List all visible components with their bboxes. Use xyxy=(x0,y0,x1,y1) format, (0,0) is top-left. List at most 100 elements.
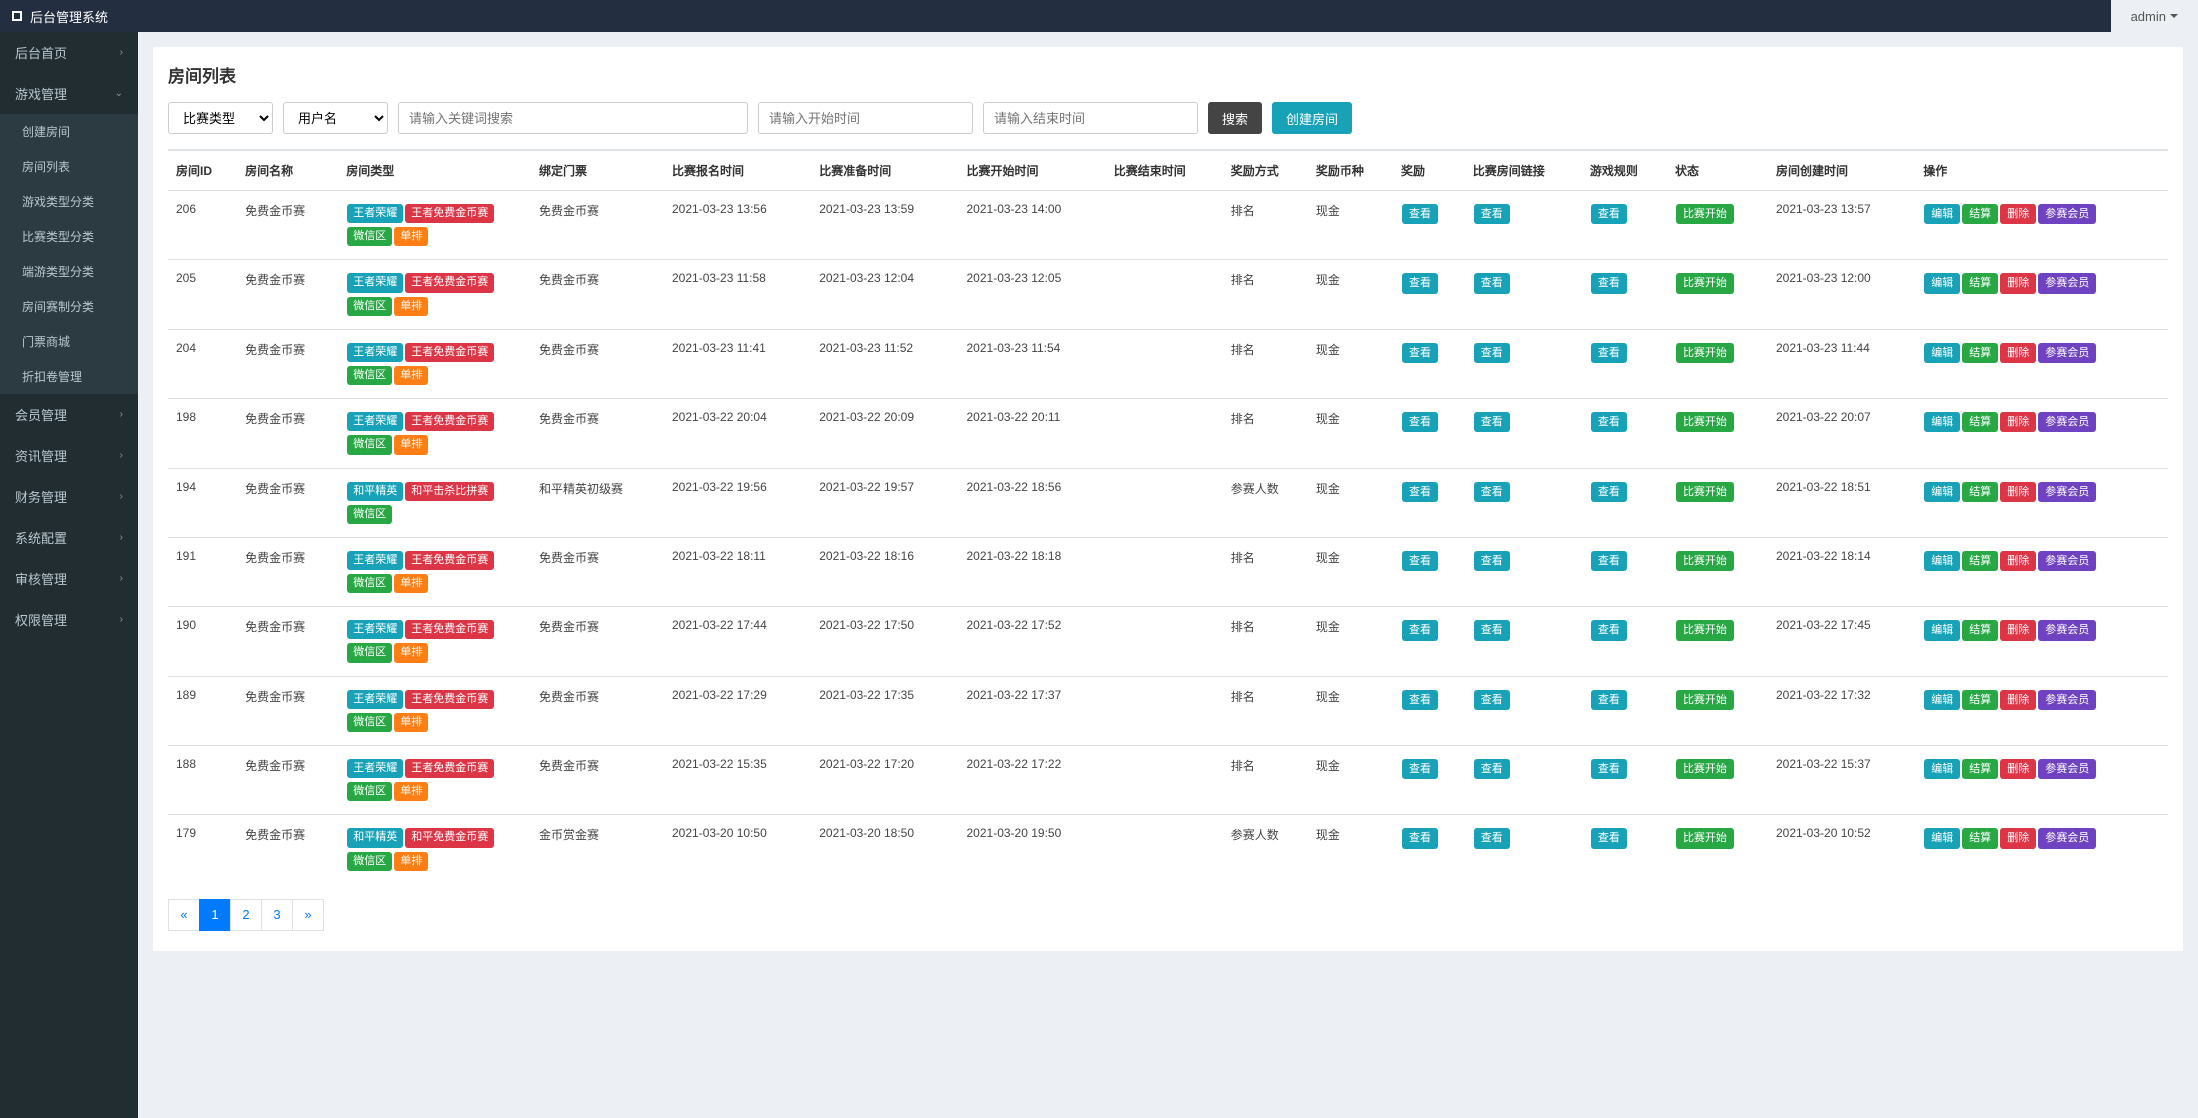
delete-button[interactable]: 删除 xyxy=(2000,412,2036,432)
cell-rules: 查看 xyxy=(1582,468,1667,537)
member-button[interactable]: 参赛会员 xyxy=(2038,551,2096,571)
edit-button[interactable]: 编辑 xyxy=(1924,828,1960,848)
user-menu[interactable]: admin xyxy=(2131,9,2178,24)
member-button[interactable]: 参赛会员 xyxy=(2038,204,2096,224)
view-link-button[interactable]: 查看 xyxy=(1474,828,1510,848)
nav-sub-item[interactable]: 游戏类型分类 xyxy=(0,184,138,219)
delete-button[interactable]: 删除 xyxy=(2000,204,2036,224)
delete-button[interactable]: 删除 xyxy=(2000,620,2036,640)
view-link-button[interactable]: 查看 xyxy=(1474,412,1510,432)
settle-button[interactable]: 结算 xyxy=(1962,620,1998,640)
nav-sub-item[interactable]: 房间赛制分类 xyxy=(0,289,138,324)
view-link-button[interactable]: 查看 xyxy=(1474,482,1510,502)
filter-username[interactable]: 用户名 xyxy=(283,102,388,134)
nav-sub-item[interactable]: 房间列表 xyxy=(0,149,138,184)
keyword-input[interactable] xyxy=(398,102,748,134)
settle-button[interactable]: 结算 xyxy=(1962,828,1998,848)
nav-item[interactable]: 财务管理› xyxy=(0,476,138,517)
search-button[interactable]: 搜索 xyxy=(1208,102,1262,134)
page-link[interactable]: 2 xyxy=(230,899,262,931)
nav-item[interactable]: 权限管理› xyxy=(0,599,138,640)
start-time-input[interactable] xyxy=(758,102,973,134)
page-link[interactable]: 3 xyxy=(261,899,293,931)
member-button[interactable]: 参赛会员 xyxy=(2038,828,2096,848)
delete-button[interactable]: 删除 xyxy=(2000,828,2036,848)
nav-sub-item[interactable]: 门票商城 xyxy=(0,324,138,359)
settle-button[interactable]: 结算 xyxy=(1962,482,1998,502)
view-rules-button[interactable]: 查看 xyxy=(1591,204,1627,224)
view-link-button[interactable]: 查看 xyxy=(1474,759,1510,779)
view-rules-button[interactable]: 查看 xyxy=(1591,551,1627,571)
view-rules-button[interactable]: 查看 xyxy=(1591,273,1627,293)
delete-button[interactable]: 删除 xyxy=(2000,482,2036,502)
nav-sub-item[interactable]: 折扣卷管理 xyxy=(0,359,138,394)
edit-button[interactable]: 编辑 xyxy=(1924,620,1960,640)
settle-button[interactable]: 结算 xyxy=(1962,551,1998,571)
nav-item[interactable]: 后台首页› xyxy=(0,32,138,73)
settle-button[interactable]: 结算 xyxy=(1962,273,1998,293)
page-link[interactable]: « xyxy=(168,899,200,931)
view-rules-button[interactable]: 查看 xyxy=(1591,482,1627,502)
delete-button[interactable]: 删除 xyxy=(2000,759,2036,779)
view-reward-button[interactable]: 查看 xyxy=(1402,759,1438,779)
edit-button[interactable]: 编辑 xyxy=(1924,551,1960,571)
edit-button[interactable]: 编辑 xyxy=(1924,690,1960,710)
edit-button[interactable]: 编辑 xyxy=(1924,204,1960,224)
view-reward-button[interactable]: 查看 xyxy=(1402,343,1438,363)
filter-match-type[interactable]: 比赛类型 xyxy=(168,102,273,134)
nav-sub-item[interactable]: 比赛类型分类 xyxy=(0,219,138,254)
view-reward-button[interactable]: 查看 xyxy=(1402,828,1438,848)
view-reward-button[interactable]: 查看 xyxy=(1402,273,1438,293)
edit-button[interactable]: 编辑 xyxy=(1924,343,1960,363)
view-link-button[interactable]: 查看 xyxy=(1474,343,1510,363)
nav-item[interactable]: 资讯管理› xyxy=(0,435,138,476)
view-link-button[interactable]: 查看 xyxy=(1474,204,1510,224)
edit-button[interactable]: 编辑 xyxy=(1924,412,1960,432)
view-link-button[interactable]: 查看 xyxy=(1474,273,1510,293)
view-reward-button[interactable]: 查看 xyxy=(1402,551,1438,571)
nav-item[interactable]: 游戏管理⌄ xyxy=(0,73,138,114)
view-link-button[interactable]: 查看 xyxy=(1474,690,1510,710)
edit-button[interactable]: 编辑 xyxy=(1924,482,1960,502)
view-reward-button[interactable]: 查看 xyxy=(1402,482,1438,502)
member-button[interactable]: 参赛会员 xyxy=(2038,620,2096,640)
settle-button[interactable]: 结算 xyxy=(1962,759,1998,779)
view-link-button[interactable]: 查看 xyxy=(1474,551,1510,571)
delete-button[interactable]: 删除 xyxy=(2000,551,2036,571)
nav-item[interactable]: 系统配置› xyxy=(0,517,138,558)
settle-button[interactable]: 结算 xyxy=(1962,204,1998,224)
member-button[interactable]: 参赛会员 xyxy=(2038,759,2096,779)
page-link[interactable]: » xyxy=(292,899,324,931)
end-time-input[interactable] xyxy=(983,102,1198,134)
delete-button[interactable]: 删除 xyxy=(2000,273,2036,293)
view-reward-button[interactable]: 查看 xyxy=(1402,690,1438,710)
member-button[interactable]: 参赛会员 xyxy=(2038,482,2096,502)
view-rules-button[interactable]: 查看 xyxy=(1591,620,1627,640)
view-reward-button[interactable]: 查看 xyxy=(1402,204,1438,224)
view-rules-button[interactable]: 查看 xyxy=(1591,690,1627,710)
nav-item[interactable]: 审核管理› xyxy=(0,558,138,599)
page-link[interactable]: 1 xyxy=(199,899,231,931)
view-reward-button[interactable]: 查看 xyxy=(1402,412,1438,432)
view-rules-button[interactable]: 查看 xyxy=(1591,828,1627,848)
create-room-button[interactable]: 创建房间 xyxy=(1272,102,1352,134)
delete-button[interactable]: 删除 xyxy=(2000,690,2036,710)
view-rules-button[interactable]: 查看 xyxy=(1591,759,1627,779)
member-button[interactable]: 参赛会员 xyxy=(2038,690,2096,710)
member-button[interactable]: 参赛会员 xyxy=(2038,273,2096,293)
edit-button[interactable]: 编辑 xyxy=(1924,759,1960,779)
settle-button[interactable]: 结算 xyxy=(1962,343,1998,363)
view-rules-button[interactable]: 查看 xyxy=(1591,343,1627,363)
member-button[interactable]: 参赛会员 xyxy=(2038,412,2096,432)
edit-button[interactable]: 编辑 xyxy=(1924,273,1960,293)
view-link-button[interactable]: 查看 xyxy=(1474,620,1510,640)
view-reward-button[interactable]: 查看 xyxy=(1402,620,1438,640)
view-rules-button[interactable]: 查看 xyxy=(1591,412,1627,432)
member-button[interactable]: 参赛会员 xyxy=(2038,343,2096,363)
settle-button[interactable]: 结算 xyxy=(1962,690,1998,710)
nav-item[interactable]: 会员管理› xyxy=(0,394,138,435)
delete-button[interactable]: 删除 xyxy=(2000,343,2036,363)
settle-button[interactable]: 结算 xyxy=(1962,412,1998,432)
nav-sub-item[interactable]: 创建房间 xyxy=(0,114,138,149)
nav-sub-item[interactable]: 端游类型分类 xyxy=(0,254,138,289)
